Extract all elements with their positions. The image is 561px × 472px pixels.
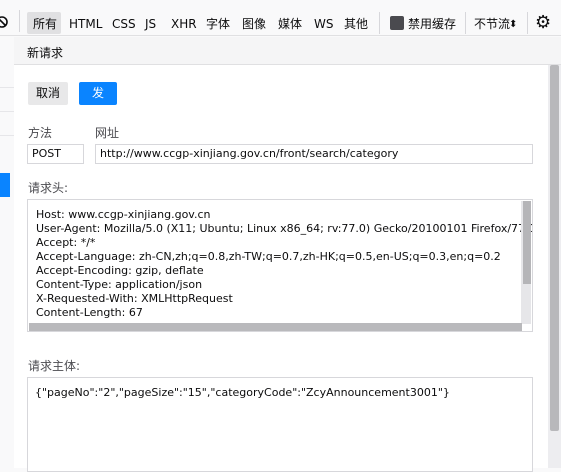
header-line: Accept: */* xyxy=(36,236,96,249)
headers-horizontal-scrollbar[interactable] xyxy=(29,323,522,331)
filter-ws[interactable]: WS xyxy=(314,16,333,34)
panel-title: 新请求 xyxy=(27,46,64,60)
filter-xhr[interactable]: XHR xyxy=(171,16,197,34)
new-request-panel: 取消 发送 方法 网址 POST http://www.ccgp-xinjian… xyxy=(14,65,548,472)
headers-textarea[interactable]: Host: www.ccgp-xinjiang.gov.cn User-Agen… xyxy=(27,199,533,332)
url-input[interactable]: http://www.ccgp-xinjiang.gov.cn/front/se… xyxy=(95,144,533,164)
header-line: User-Agent: Mozilla/5.0 (X11; Ubuntu; Li… xyxy=(36,222,533,235)
headers-label: 请求头: xyxy=(28,181,69,195)
body-text: {"pageNo":"2","pageSize":"15","categoryC… xyxy=(35,386,450,399)
panel-vertical-scrollbar[interactable] xyxy=(548,65,561,468)
toolbar-divider xyxy=(465,12,466,34)
header-line: Content-Type: application/json xyxy=(36,278,203,291)
method-label: 方法 xyxy=(28,126,53,140)
body-textarea[interactable]: {"pageNo":"2","pageSize":"15","categoryC… xyxy=(27,377,533,472)
filter-images[interactable]: 图像 xyxy=(242,16,266,34)
cancel-button[interactable]: 取消 xyxy=(28,82,69,105)
header-line: Host: www.ccgp-xinjiang.gov.cn xyxy=(36,208,211,221)
toolbar-divider xyxy=(527,12,528,34)
toolbar-divider xyxy=(19,10,20,32)
disable-cache-checkbox[interactable] xyxy=(390,16,404,30)
scrollbar-thumb[interactable] xyxy=(550,65,559,431)
filter-css[interactable]: CSS xyxy=(112,16,136,34)
clear-icon[interactable] xyxy=(0,15,8,29)
throttle-select[interactable]: 不节流 xyxy=(474,16,510,34)
filter-fonts[interactable]: 字体 xyxy=(206,16,230,34)
header-line: Content-Length: 67 xyxy=(36,306,143,319)
scrollbar-thumb[interactable] xyxy=(523,201,531,284)
network-toolbar: 所有 HTML CSS JS XHR 字体 图像 媒体 WS 其他 禁用缓存 不… xyxy=(0,0,561,36)
body-label: 请求主体: xyxy=(28,359,81,373)
headers-vertical-scrollbar[interactable] xyxy=(521,201,531,324)
method-input[interactable]: POST xyxy=(27,144,84,164)
header-line: X-Requested-With: XMLHttpRequest xyxy=(36,292,233,305)
toolbar-divider xyxy=(379,12,380,34)
settings-gear-icon[interactable]: ⚙ xyxy=(535,12,551,33)
filter-media[interactable]: 媒体 xyxy=(278,16,302,34)
selected-request-marker[interactable] xyxy=(0,173,10,197)
url-label: 网址 xyxy=(95,126,120,140)
send-button[interactable]: 发送 xyxy=(79,82,117,123)
panel-header: 新请求 xyxy=(14,37,561,65)
header-line: Accept-Encoding: gzip, deflate xyxy=(36,264,204,277)
filter-html[interactable]: HTML xyxy=(69,16,102,34)
filter-other[interactable]: 其他 xyxy=(344,16,368,34)
filter-js[interactable]: JS xyxy=(145,16,156,34)
disable-cache-label: 禁用缓存 xyxy=(408,17,457,31)
header-line: Accept-Language: zh-CN,zh;q=0.8,zh-TW;q=… xyxy=(36,250,501,263)
throttle-arrow-icon: ⬍ xyxy=(509,19,518,30)
request-list-edge xyxy=(0,37,14,468)
filter-all[interactable]: 所有 xyxy=(33,16,57,34)
